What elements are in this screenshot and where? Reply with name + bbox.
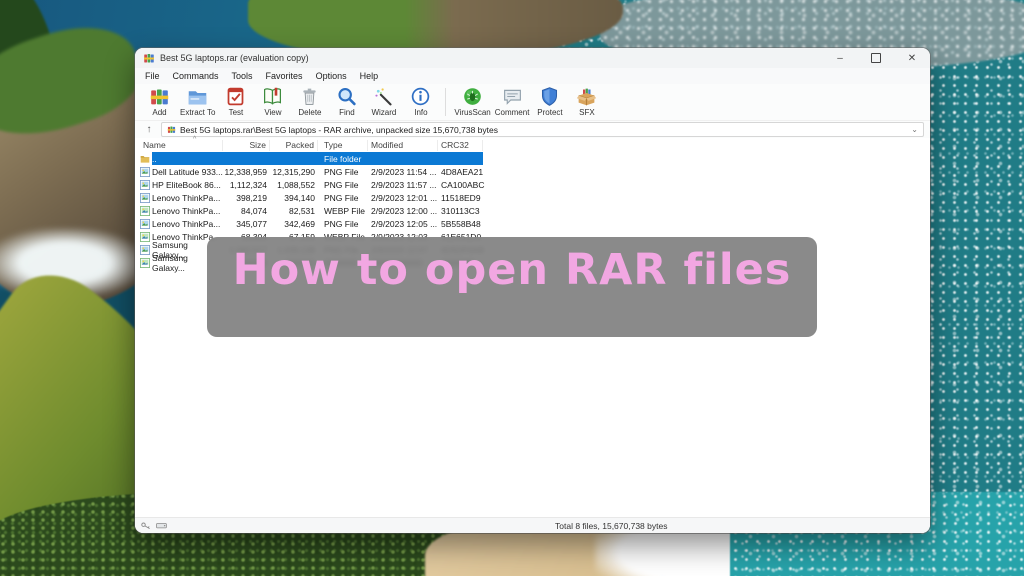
delete-button[interactable]: Delete (291, 86, 328, 117)
table-row[interactable]: Dell Latitude 933... 12,338,959 12,315,2… (135, 165, 930, 178)
wizard-button[interactable]: Wizard (365, 86, 402, 117)
up-directory-button[interactable]: ↑ (141, 124, 157, 135)
column-header-size[interactable]: Size (223, 139, 270, 151)
column-header-type[interactable]: Type (318, 139, 368, 151)
sort-asc-icon: ^ (193, 136, 197, 143)
status-bar: Total 8 files, 15,670,738 bytes (135, 517, 930, 533)
menu-file[interactable]: File (145, 71, 160, 81)
menu-favorites[interactable]: Favorites (266, 71, 303, 81)
extract-folder-icon (188, 91, 207, 105)
table-row[interactable]: Lenovo ThinkPa... 398,219 394,140 PNG Fi… (135, 191, 930, 204)
png-file-icon (140, 218, 150, 229)
toolbar: Add Extract To Test View Delete Find Wiz… (135, 84, 930, 121)
comment-button[interactable]: Comment (493, 86, 532, 117)
png-file-icon (140, 244, 150, 255)
webp-file-icon (140, 231, 150, 242)
webp-file-icon (140, 257, 150, 268)
table-row-parent-folder[interactable]: .. File folder (135, 152, 930, 165)
menu-commands[interactable]: Commands (173, 71, 219, 81)
titlebar[interactable]: Best 5G laptops.rar (evaluation copy) – … (135, 48, 930, 68)
png-file-icon (140, 179, 150, 190)
column-header-crc32[interactable]: CRC32 (438, 139, 483, 151)
address-bar: ↑ Best 5G laptops.rar\Best 5G laptops - … (135, 121, 930, 138)
address-path-text: Best 5G laptops.rar\Best 5G laptops - RA… (180, 124, 498, 135)
find-button[interactable]: Find (328, 86, 365, 117)
menu-bar: File Commands Tools Favorites Options He… (135, 68, 930, 84)
chevron-down-icon[interactable]: ⌄ (911, 125, 918, 134)
webp-file-icon (140, 205, 150, 216)
maximize-button[interactable] (858, 48, 894, 68)
menu-help[interactable]: Help (360, 71, 379, 81)
toolbar-separator (445, 88, 447, 116)
test-checkmark-icon (228, 87, 244, 106)
png-file-icon (140, 192, 150, 203)
caption-text: How to open RAR files (232, 245, 792, 295)
close-button[interactable]: ✕ (894, 48, 930, 68)
menu-options[interactable]: Options (316, 71, 347, 81)
table-row[interactable]: HP EliteBook 86... 1,112,324 1,088,552 P… (135, 178, 930, 191)
winrar-app-icon (144, 54, 154, 63)
protect-shield-icon (542, 87, 558, 106)
window-title: Best 5G laptops.rar (evaluation copy) (160, 53, 309, 63)
delete-trash-icon (303, 88, 317, 105)
status-total-text: Total 8 files, 15,670,738 bytes (555, 520, 668, 531)
table-row[interactable]: Lenovo ThinkPa... 84,074 82,531 WEBP Fil… (135, 204, 930, 217)
info-icon (412, 87, 430, 106)
view-book-icon (264, 87, 282, 105)
drive-icon (156, 523, 167, 529)
comment-bubble-icon (503, 89, 521, 105)
folder-icon (140, 155, 150, 163)
list-header: ^ Name Size Packed Type Modified CRC32 (135, 136, 930, 152)
protect-button[interactable]: Protect (531, 86, 568, 117)
minimize-button[interactable]: – (822, 48, 858, 68)
archive-mini-icon (167, 126, 176, 133)
sfx-button[interactable]: SFX (568, 86, 605, 117)
address-combobox[interactable]: Best 5G laptops.rar\Best 5G laptops - RA… (161, 122, 924, 137)
column-header-packed[interactable]: Packed (270, 139, 318, 151)
add-button[interactable]: Add (141, 86, 178, 117)
extract-to-button[interactable]: Extract To (178, 86, 217, 117)
sfx-box-icon (577, 88, 597, 106)
info-button[interactable]: Info (402, 86, 439, 117)
key-icon (141, 522, 150, 530)
menu-tools[interactable]: Tools (232, 71, 253, 81)
test-button[interactable]: Test (217, 86, 254, 117)
wizard-wand-icon (375, 88, 392, 106)
find-magnifier-icon (338, 88, 357, 106)
virusscan-button[interactable]: VirusScan (452, 86, 492, 117)
png-file-icon (140, 166, 150, 177)
virus-scan-icon (464, 88, 481, 105)
view-button[interactable]: View (254, 86, 291, 117)
column-header-name[interactable]: Name (135, 139, 223, 151)
caption-overlay: How to open RAR files (207, 237, 817, 337)
column-header-modified[interactable]: Modified (368, 139, 438, 151)
maximize-icon (871, 53, 881, 63)
table-row[interactable]: Lenovo ThinkPa... 345,077 342,469 PNG Fi… (135, 217, 930, 230)
add-archive-icon (150, 89, 169, 105)
